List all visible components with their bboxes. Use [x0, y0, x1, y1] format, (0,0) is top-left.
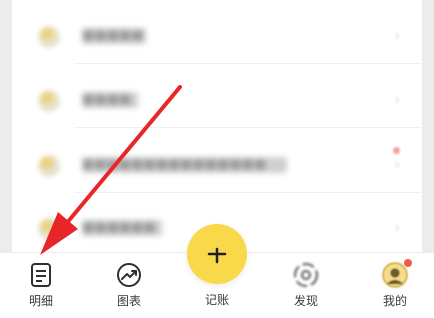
pencil-icon [38, 90, 60, 112]
add-record-label: 记账 [204, 293, 229, 307]
chevron-right-icon: › [394, 92, 400, 108]
list-item-label: ■■■■■ [82, 28, 146, 44]
coin-icon [38, 155, 60, 177]
list-item-label: ■■■■■■ [82, 220, 162, 236]
tab-mine[interactable]: 我的 [359, 253, 431, 318]
divider [74, 192, 422, 193]
document-list-icon [31, 263, 51, 287]
chevron-right-icon: › [394, 157, 400, 173]
notification-badge [404, 259, 412, 267]
discover-icon [294, 263, 318, 287]
notification-dot [393, 147, 400, 154]
tab-mine-label: 我的 [382, 294, 407, 308]
divider [74, 63, 422, 64]
chevron-right-icon: › [394, 220, 400, 236]
tab-chart[interactable]: 图表 [93, 253, 165, 318]
trend-chart-icon [117, 263, 141, 287]
tab-chart-label: 图表 [116, 294, 141, 308]
list-item[interactable]: ■■■■ › [12, 68, 422, 128]
divider [74, 127, 422, 128]
tab-discover[interactable]: 发现 [270, 253, 342, 318]
plus-icon [207, 247, 227, 264]
list-item-label: ■■■■■■■■■■■■■■■ [82, 157, 287, 173]
add-record-button[interactable] [187, 224, 247, 284]
note-icon [38, 218, 60, 240]
tab-discover-label: 发现 [293, 294, 318, 308]
tab-detail[interactable]: 明细 [5, 253, 77, 318]
list-item[interactable]: ■■■■■■■■■■■■■■■ › [12, 133, 422, 193]
list-item[interactable]: ■■■■■ › [12, 4, 422, 64]
list-item-label: ■■■■ [82, 92, 138, 108]
note-icon [38, 26, 60, 48]
settings-list: ■■■■■ › ■■■■ › ■■■■■■■■■■■■■■■ › ■■■■■■ … [12, 0, 422, 252]
tab-detail-label: 明细 [28, 294, 53, 308]
chevron-right-icon: › [394, 28, 400, 44]
